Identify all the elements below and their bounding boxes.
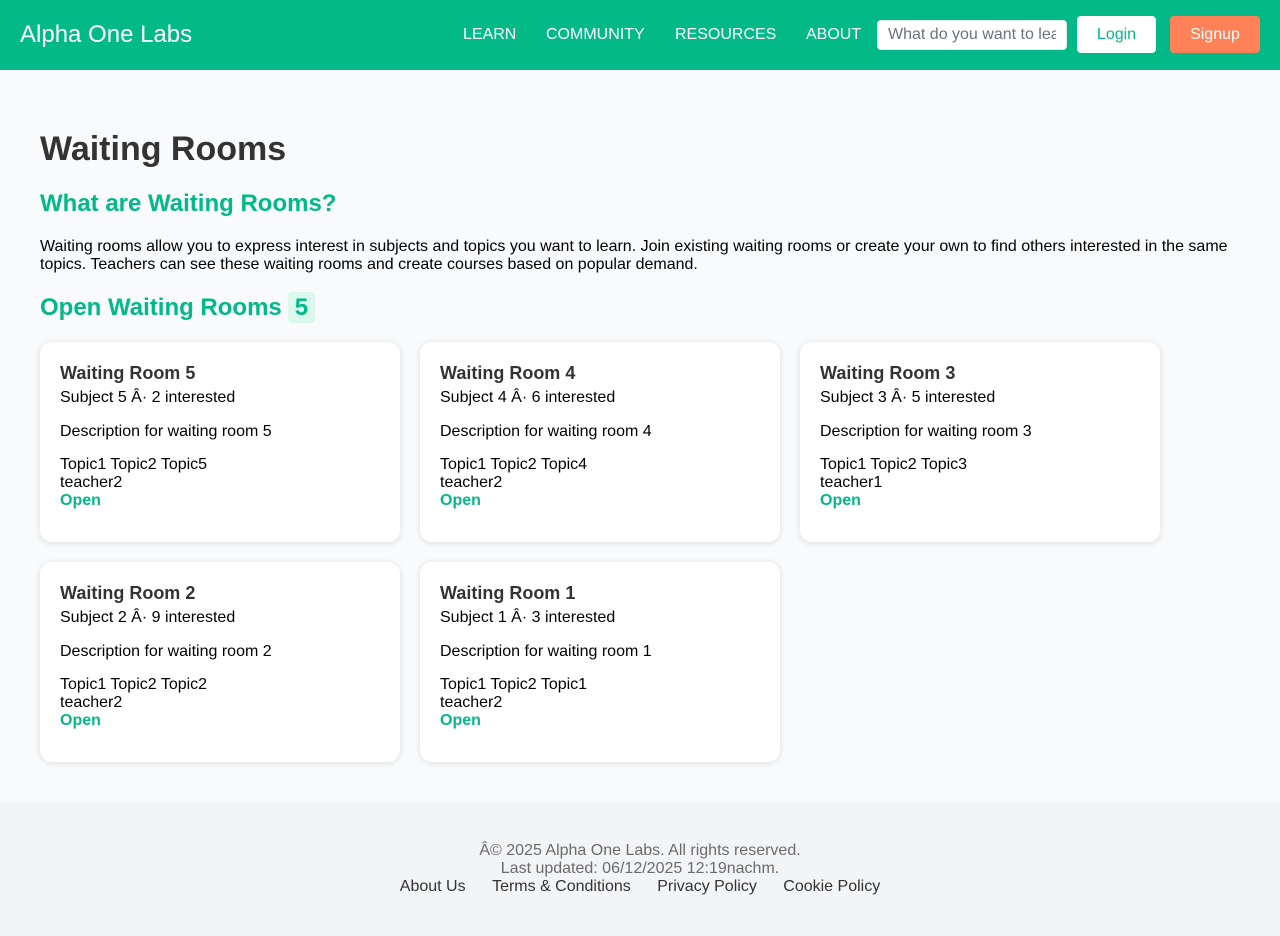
signup-button[interactable]: Signup bbox=[1170, 16, 1260, 53]
room-topics: Topic1 Topic2 Topic2 bbox=[60, 676, 208, 693]
footer-link-terms[interactable]: Terms & Conditions bbox=[492, 878, 631, 895]
room-topics: Topic1 Topic2 Topic3 bbox=[820, 456, 968, 473]
open-waiting-rooms-label: Open Waiting Rooms bbox=[40, 294, 282, 321]
footer-last-updated: Last updated: 06/12/2025 12:19nachm. bbox=[500, 860, 780, 877]
page-title: Waiting Rooms bbox=[40, 130, 287, 168]
brand-logo-link[interactable]: Alpha One Labs bbox=[20, 21, 192, 49]
what-are-waiting-rooms-heading: What are Waiting Rooms? bbox=[40, 190, 337, 217]
room-subject-interest: Subject 3 Â· 5 interested bbox=[820, 389, 996, 406]
waiting-room-card[interactable]: Waiting Room 4 Subject 4 Â· 6 interested… bbox=[420, 342, 780, 542]
room-title[interactable]: Waiting Room 2 bbox=[60, 583, 380, 603]
footer-link-cookie[interactable]: Cookie Policy bbox=[783, 878, 880, 895]
intro-paragraph: Waiting rooms allow you to express inter… bbox=[40, 238, 1228, 273]
room-teacher: teacher2 bbox=[60, 474, 123, 491]
room-description: Description for waiting room 1 bbox=[440, 643, 652, 660]
footer-copyright: Â© 2025 Alpha One Labs. All rights reser… bbox=[479, 842, 801, 859]
room-status: Open bbox=[440, 712, 481, 729]
room-status: Open bbox=[820, 492, 861, 509]
room-teacher: teacher1 bbox=[820, 474, 883, 491]
top-nav-bar: Alpha One Labs LEARN COMMUNITY RESOURCES… bbox=[0, 0, 1280, 70]
waiting-room-card[interactable]: Waiting Room 1 Subject 1 Â· 3 interested… bbox=[420, 562, 780, 762]
room-topics: Topic1 Topic2 Topic4 bbox=[440, 456, 588, 473]
room-topics: Topic1 Topic2 Topic1 bbox=[440, 676, 588, 693]
room-subject-interest: Subject 1 Â· 3 interested bbox=[440, 609, 616, 626]
waiting-room-card[interactable]: Waiting Room 3 Subject 3 Â· 5 interested… bbox=[800, 342, 1160, 542]
nav-about[interactable]: ABOUT bbox=[806, 25, 861, 45]
room-status: Open bbox=[60, 712, 101, 729]
waiting-room-card[interactable]: Waiting Room 2 Subject 2 Â· 9 interested… bbox=[40, 562, 400, 762]
nav-learn[interactable]: LEARN bbox=[463, 25, 516, 45]
room-description: Description for waiting room 3 bbox=[820, 423, 1032, 440]
room-description: Description for waiting room 2 bbox=[60, 643, 272, 660]
footer-link-about-us[interactable]: About Us bbox=[400, 878, 466, 895]
room-title[interactable]: Waiting Room 1 bbox=[440, 583, 760, 603]
room-title[interactable]: Waiting Room 5 bbox=[60, 363, 380, 383]
footer-links: About Us Terms & Conditions Privacy Poli… bbox=[0, 878, 1280, 896]
room-subject-interest: Subject 2 Â· 9 interested bbox=[60, 609, 236, 626]
room-teacher: teacher2 bbox=[440, 694, 503, 711]
room-title[interactable]: Waiting Room 4 bbox=[440, 363, 760, 383]
search-input[interactable] bbox=[877, 20, 1067, 50]
room-topics: Topic1 Topic2 Topic5 bbox=[60, 456, 208, 473]
open-count-badge: 5 bbox=[287, 292, 316, 323]
footer-link-privacy[interactable]: Privacy Policy bbox=[657, 878, 757, 895]
room-description: Description for waiting room 5 bbox=[60, 423, 272, 440]
nav-community[interactable]: COMMUNITY bbox=[546, 25, 645, 45]
room-status: Open bbox=[60, 492, 101, 509]
room-teacher: teacher2 bbox=[440, 474, 503, 491]
site-footer: Â© 2025 Alpha One Labs. All rights reser… bbox=[0, 802, 1280, 936]
room-subject-interest: Subject 4 Â· 6 interested bbox=[440, 389, 616, 406]
room-description: Description for waiting room 4 bbox=[440, 423, 652, 440]
waiting-room-card[interactable]: Waiting Room 5 Subject 5 Â· 2 interested… bbox=[40, 342, 400, 542]
room-teacher: teacher2 bbox=[60, 694, 123, 711]
nav-resources[interactable]: RESOURCES bbox=[675, 25, 776, 45]
login-button[interactable]: Login bbox=[1077, 16, 1156, 53]
room-title[interactable]: Waiting Room 3 bbox=[820, 363, 1140, 383]
room-status: Open bbox=[440, 492, 481, 509]
open-waiting-rooms-heading: Open Waiting Rooms 5 bbox=[40, 292, 316, 324]
room-subject-interest: Subject 5 Â· 2 interested bbox=[60, 389, 236, 406]
